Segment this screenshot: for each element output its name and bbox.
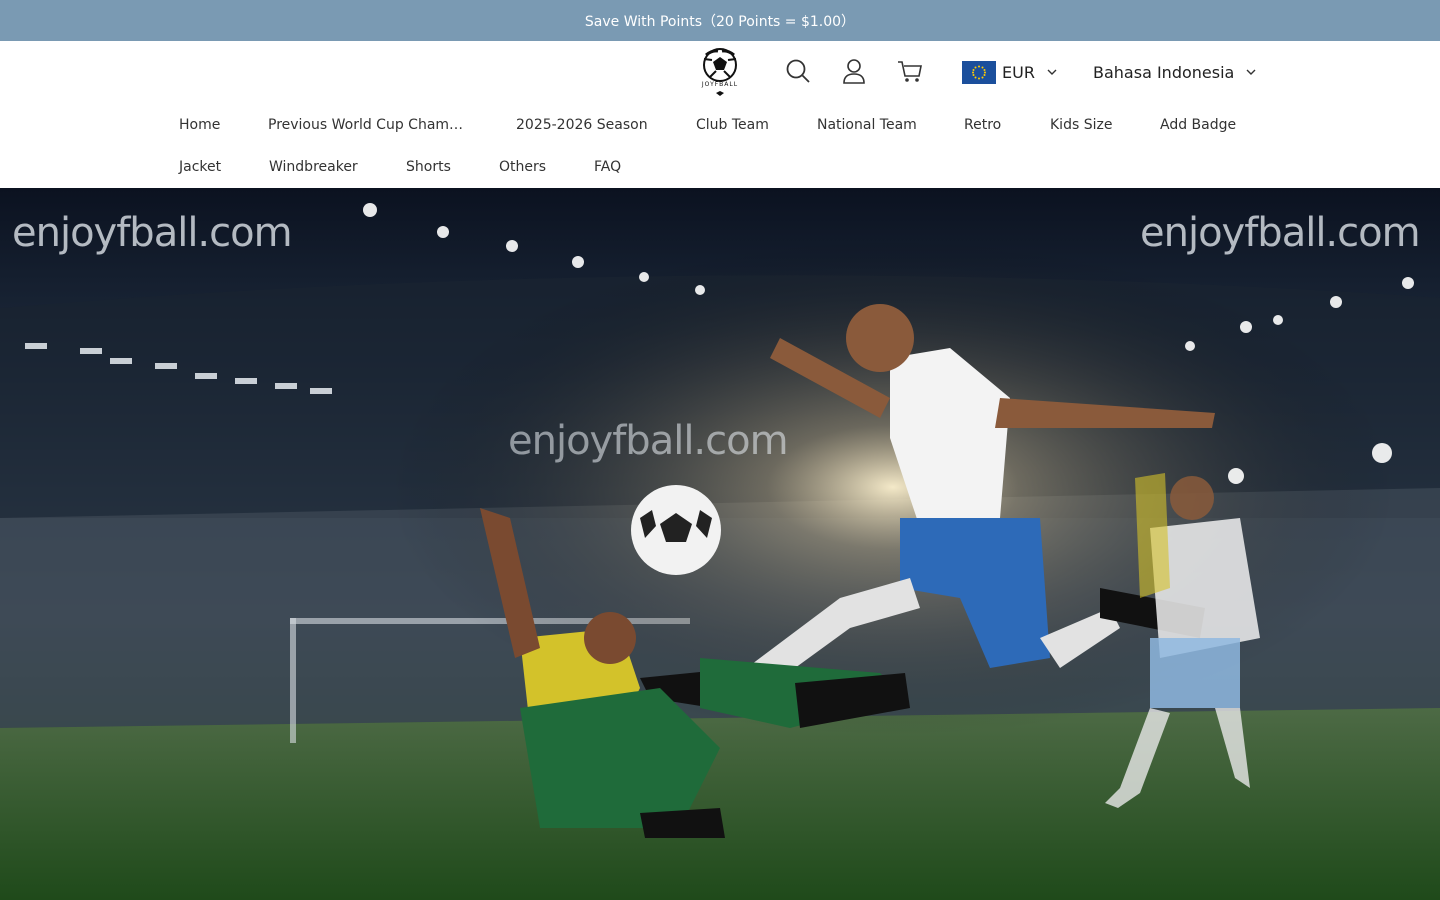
site-header: JOYFBALL EUR Bahasa Indonesia Home Previ…: [0, 41, 1440, 188]
chevron-down-icon: [1246, 69, 1256, 75]
nav-item-season[interactable]: 2025-2026 Season: [516, 117, 648, 133]
hero-watermark: enjoyfball.com: [12, 210, 293, 256]
announcement-text: Save With Points（20 Points = $1.00）: [584, 13, 856, 30]
language-selector[interactable]: Bahasa Indonesia: [1093, 60, 1256, 84]
account-icon[interactable]: [840, 56, 868, 86]
nav-item-world-cup[interactable]: Previous World Cup Cham…: [268, 117, 463, 133]
hero-banner[interactable]: enjoyfball.com enjoyfball.com enjoyfball…: [0, 188, 1440, 900]
nav-item-kids-size[interactable]: Kids Size: [1050, 117, 1112, 133]
nav-item-others[interactable]: Others: [499, 159, 546, 175]
nav-item-jacket[interactable]: Jacket: [179, 159, 221, 175]
announcement-bar: Save With Points（20 Points = $1.00）: [0, 0, 1440, 41]
eu-flag-icon: [962, 60, 996, 84]
hero-watermark: enjoyfball.com: [1140, 210, 1421, 256]
search-icon[interactable]: [784, 56, 812, 86]
nav-item-add-badge[interactable]: Add Badge: [1160, 117, 1236, 133]
cart-icon[interactable]: [896, 56, 924, 86]
chevron-down-icon: [1047, 69, 1057, 75]
nav-item-windbreaker[interactable]: Windbreaker: [269, 159, 358, 175]
nav-item-faq[interactable]: FAQ: [594, 159, 621, 175]
nav-item-national-team[interactable]: National Team: [817, 117, 917, 133]
nav-item-shorts[interactable]: Shorts: [406, 159, 451, 175]
store-logo[interactable]: JOYFBALL: [692, 47, 748, 97]
nav-item-retro[interactable]: Retro: [964, 117, 1001, 133]
nav-item-club-team[interactable]: Club Team: [696, 117, 769, 133]
currency-selector[interactable]: EUR: [962, 60, 1057, 84]
nav-item-home[interactable]: Home: [179, 117, 220, 133]
hero-image: [0, 188, 1440, 900]
hero-watermark: enjoyfball.com: [508, 418, 789, 464]
language-label: Bahasa Indonesia: [1093, 62, 1235, 82]
currency-code: EUR: [1002, 62, 1035, 82]
svg-text:JOYFBALL: JOYFBALL: [701, 81, 738, 88]
